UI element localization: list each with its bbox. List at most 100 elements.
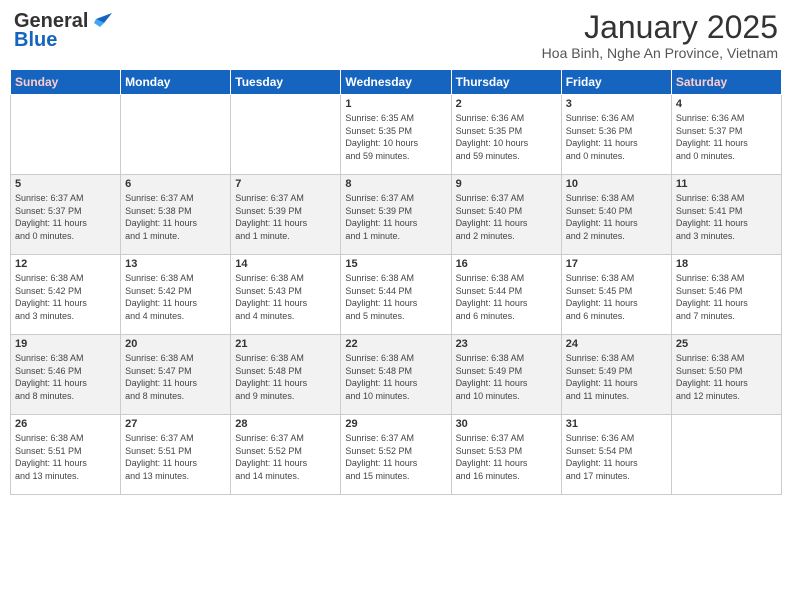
empty-day [671, 415, 781, 495]
col-header-saturday: Saturday [671, 70, 781, 95]
calendar-day-31: 31Sunrise: 6:36 AM Sunset: 5:54 PM Dayli… [561, 415, 671, 495]
day-number: 11 [676, 178, 777, 190]
calendar-day-10: 10Sunrise: 6:38 AM Sunset: 5:40 PM Dayli… [561, 175, 671, 255]
calendar-day-28: 28Sunrise: 6:37 AM Sunset: 5:52 PM Dayli… [231, 415, 341, 495]
day-number: 13 [125, 258, 226, 270]
empty-day [121, 95, 231, 175]
day-info: Sunrise: 6:38 AM Sunset: 5:49 PM Dayligh… [456, 352, 557, 402]
calendar-day-2: 2Sunrise: 6:36 AM Sunset: 5:35 PM Daylig… [451, 95, 561, 175]
day-info: Sunrise: 6:38 AM Sunset: 5:46 PM Dayligh… [676, 272, 777, 322]
day-number: 30 [456, 418, 557, 430]
calendar-day-26: 26Sunrise: 6:38 AM Sunset: 5:51 PM Dayli… [11, 415, 121, 495]
calendar-day-27: 27 Sunrise: 6:37 AM Sunset: 5:51 PM Dayli… [121, 415, 231, 495]
day-number: 4 [676, 98, 777, 110]
logo: General Blue [14, 10, 112, 52]
logo-blue-text: Blue [14, 29, 57, 52]
day-number: 25 [676, 338, 777, 350]
calendar-week-row: 19 Sunrise: 6:38 AM Sunset: 5:46 PM Dayli… [11, 335, 782, 415]
day-info: Sunrise: 6:38 AM Sunset: 5:50 PM Dayligh… [676, 352, 777, 402]
day-number: 27 [125, 418, 226, 430]
day-info: Sunrise: 6:38 AM Sunset: 5:43 PM Dayligh… [235, 272, 336, 322]
calendar-day-24: 24 Sunrise: 6:38 AM Sunset: 5:49 PM Dayli… [561, 335, 671, 415]
day-info: Sunrise: 6:36 AM Sunset: 5:54 PM Dayligh… [566, 432, 667, 482]
day-info: Sunrise: 6:38 AM Sunset: 5:48 PM Dayligh… [235, 352, 336, 402]
calendar-day-16: 16Sunrise: 6:38 AM Sunset: 5:44 PM Dayli… [451, 255, 561, 335]
calendar-day-6: 6 Sunrise: 6:37 AM Sunset: 5:38 PM Daylig… [121, 175, 231, 255]
day-number: 19 [15, 338, 116, 350]
day-info: Sunrise: 6:37 AM Sunset: 5:37 PM Dayligh… [15, 192, 116, 242]
day-number: 21 [235, 338, 336, 350]
day-number: 20 [125, 338, 226, 350]
day-number: 6 [125, 178, 226, 190]
day-number: 9 [456, 178, 557, 190]
day-info: Sunrise: 6:38 AM Sunset: 5:42 PM Dayligh… [15, 272, 116, 322]
day-number: 15 [345, 258, 446, 270]
page-header: General Blue January 2025 Hoa Binh, Nghe… [10, 10, 782, 61]
empty-day [11, 95, 121, 175]
day-number: 16 [456, 258, 557, 270]
calendar-day-5: 5 Sunrise: 6:37 AM Sunset: 5:37 PM Daylig… [11, 175, 121, 255]
day-info: Sunrise: 6:38 AM Sunset: 5:41 PM Dayligh… [676, 192, 777, 242]
day-number: 22 [345, 338, 446, 350]
col-header-thursday: Thursday [451, 70, 561, 95]
col-header-wednesday: Wednesday [341, 70, 451, 95]
day-number: 29 [345, 418, 446, 430]
calendar-day-8: 8Sunrise: 6:37 AM Sunset: 5:39 PM Daylig… [341, 175, 451, 255]
day-number: 23 [456, 338, 557, 350]
day-info: Sunrise: 6:37 AM Sunset: 5:38 PM Dayligh… [125, 192, 226, 242]
day-info: Sunrise: 6:37 AM Sunset: 5:52 PM Dayligh… [235, 432, 336, 482]
day-info: Sunrise: 6:38 AM Sunset: 5:42 PM Dayligh… [125, 272, 226, 322]
col-header-monday: Monday [121, 70, 231, 95]
day-info: Sunrise: 6:38 AM Sunset: 5:48 PM Dayligh… [345, 352, 446, 402]
day-info: Sunrise: 6:37 AM Sunset: 5:53 PM Dayligh… [456, 432, 557, 482]
calendar-day-23: 23 Sunrise: 6:38 AM Sunset: 5:49 PM Dayli… [451, 335, 561, 415]
day-number: 7 [235, 178, 336, 190]
calendar-day-1: 1 Sunrise: 6:35 AM Sunset: 5:35 PM Daylig… [341, 95, 451, 175]
day-number: 18 [676, 258, 777, 270]
day-number: 14 [235, 258, 336, 270]
calendar-day-19: 19 Sunrise: 6:38 AM Sunset: 5:46 PM Dayli… [11, 335, 121, 415]
calendar-day-12: 12Sunrise: 6:38 AM Sunset: 5:42 PM Dayli… [11, 255, 121, 335]
calendar-day-29: 29 Sunrise: 6:37 AM Sunset: 5:52 PM Dayli… [341, 415, 451, 495]
day-number: 24 [566, 338, 667, 350]
day-number: 1 [345, 98, 446, 110]
day-info: Sunrise: 6:38 AM Sunset: 5:49 PM Dayligh… [566, 352, 667, 402]
day-info: Sunrise: 6:37 AM Sunset: 5:39 PM Dayligh… [235, 192, 336, 242]
calendar-day-20: 20Sunrise: 6:38 AM Sunset: 5:47 PM Dayli… [121, 335, 231, 415]
calendar-day-17: 17 Sunrise: 6:38 AM Sunset: 5:45 PM Dayli… [561, 255, 671, 335]
day-info: Sunrise: 6:37 AM Sunset: 5:40 PM Dayligh… [456, 192, 557, 242]
month-title: January 2025 [542, 10, 778, 45]
col-header-friday: Friday [561, 70, 671, 95]
logo-bird-icon [90, 13, 112, 31]
calendar-day-14: 14 Sunrise: 6:38 AM Sunset: 5:43 PM Dayli… [231, 255, 341, 335]
day-number: 3 [566, 98, 667, 110]
calendar-week-row: 26Sunrise: 6:38 AM Sunset: 5:51 PM Dayli… [11, 415, 782, 495]
calendar-day-13: 13 Sunrise: 6:38 AM Sunset: 5:42 PM Dayli… [121, 255, 231, 335]
day-info: Sunrise: 6:37 AM Sunset: 5:52 PM Dayligh… [345, 432, 446, 482]
calendar-day-22: 22 Sunrise: 6:38 AM Sunset: 5:48 PM Dayli… [341, 335, 451, 415]
title-block: January 2025 Hoa Binh, Nghe An Province,… [542, 10, 778, 61]
location-subtitle: Hoa Binh, Nghe An Province, Vietnam [542, 45, 778, 61]
day-info: Sunrise: 6:37 AM Sunset: 5:51 PM Dayligh… [125, 432, 226, 482]
col-header-sunday: Sunday [11, 70, 121, 95]
day-info: Sunrise: 6:35 AM Sunset: 5:35 PM Dayligh… [345, 112, 446, 162]
day-info: Sunrise: 6:38 AM Sunset: 5:45 PM Dayligh… [566, 272, 667, 322]
calendar-day-18: 18 Sunrise: 6:38 AM Sunset: 5:46 PM Dayli… [671, 255, 781, 335]
day-info: Sunrise: 6:38 AM Sunset: 5:44 PM Dayligh… [345, 272, 446, 322]
calendar-day-3: 3 Sunrise: 6:36 AM Sunset: 5:36 PM Daylig… [561, 95, 671, 175]
day-number: 2 [456, 98, 557, 110]
col-header-tuesday: Tuesday [231, 70, 341, 95]
calendar-day-30: 30 Sunrise: 6:37 AM Sunset: 5:53 PM Dayli… [451, 415, 561, 495]
day-number: 17 [566, 258, 667, 270]
calendar-day-25: 25 Sunrise: 6:38 AM Sunset: 5:50 PM Dayli… [671, 335, 781, 415]
day-info: Sunrise: 6:38 AM Sunset: 5:51 PM Dayligh… [15, 432, 116, 482]
calendar-day-4: 4 Sunrise: 6:36 AM Sunset: 5:37 PM Daylig… [671, 95, 781, 175]
calendar-day-9: 9 Sunrise: 6:37 AM Sunset: 5:40 PM Daylig… [451, 175, 561, 255]
calendar-day-15: 15 Sunrise: 6:38 AM Sunset: 5:44 PM Dayli… [341, 255, 451, 335]
day-info: Sunrise: 6:38 AM Sunset: 5:46 PM Dayligh… [15, 352, 116, 402]
calendar-day-21: 21 Sunrise: 6:38 AM Sunset: 5:48 PM Dayli… [231, 335, 341, 415]
day-number: 5 [15, 178, 116, 190]
day-info: Sunrise: 6:36 AM Sunset: 5:36 PM Dayligh… [566, 112, 667, 162]
calendar-week-row: 1 Sunrise: 6:35 AM Sunset: 5:35 PM Daylig… [11, 95, 782, 175]
day-info: Sunrise: 6:36 AM Sunset: 5:37 PM Dayligh… [676, 112, 777, 162]
